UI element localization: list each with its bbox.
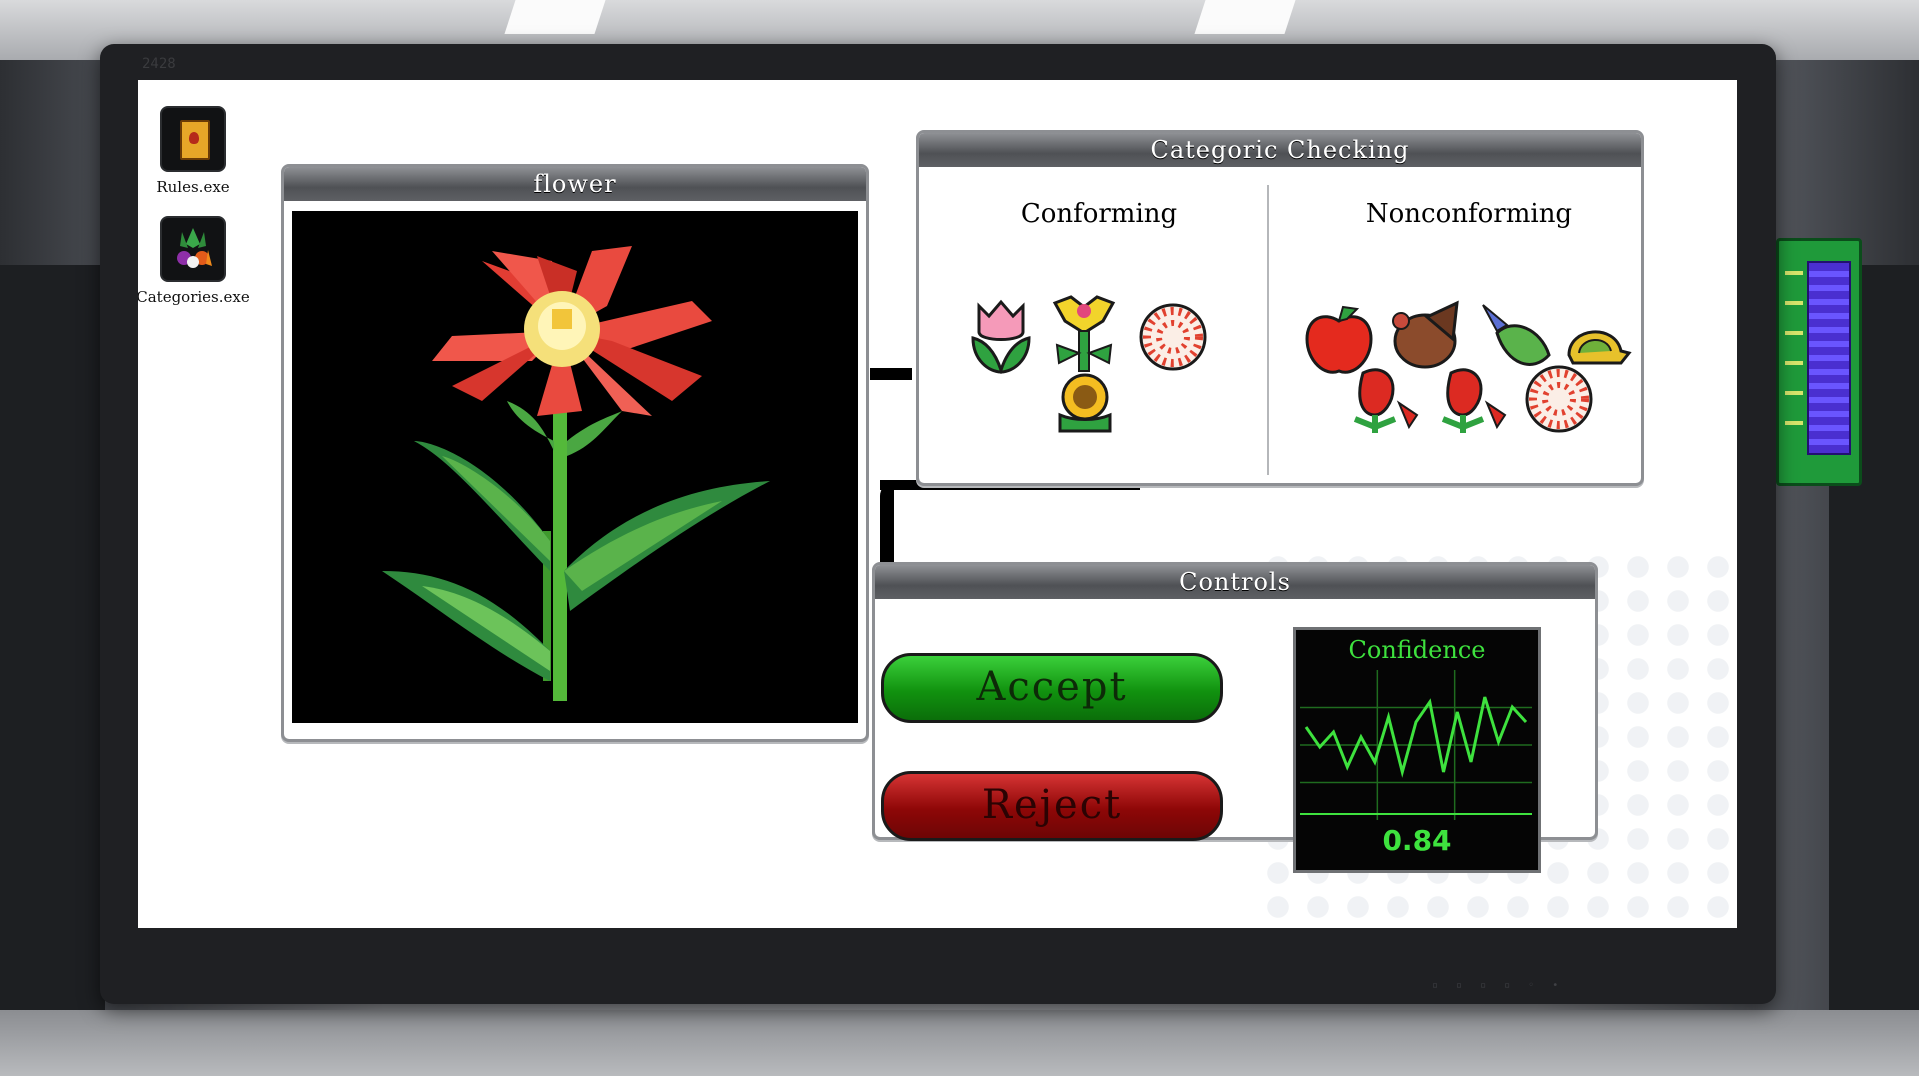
turtle-icon	[1567, 330, 1632, 365]
sunflower-icon	[1058, 373, 1112, 433]
bell-pepper-plant-icon	[1353, 368, 1419, 433]
nonconforming-label: Nonconforming	[1365, 199, 1573, 229]
rules-exe-label: Rules.exe	[156, 178, 230, 196]
confidence-value: 0.84	[1382, 824, 1452, 857]
ceiling-light	[1194, 0, 1296, 34]
categoric-panel-title: Categoric Checking	[919, 133, 1641, 167]
controls-panel: Controls Accept Reject Confidence 0.84	[872, 562, 1598, 873]
flower-icon	[382, 246, 770, 701]
cable	[870, 368, 912, 380]
accept-button[interactable]: Accept	[881, 653, 1223, 723]
dotted-ball-icon	[1525, 365, 1593, 433]
tulip-icon	[971, 299, 1031, 374]
categories-exe-shortcut[interactable]: Categories.exe	[138, 216, 258, 306]
monitor-screen: Rules.exe Categories.exe flower Categori…	[138, 80, 1737, 928]
subject-panel-title: flower	[284, 167, 866, 201]
confidence-monitor: Confidence 0.84	[1293, 627, 1541, 873]
screen-id-label: 2428	[142, 56, 176, 72]
vegetables-icon	[160, 216, 226, 282]
subject-panel: flower	[281, 164, 869, 742]
conforming-label: Conforming	[1020, 199, 1178, 229]
subject-image	[292, 211, 858, 723]
categoric-panel: Categoric Checking Conforming Nonconform…	[916, 130, 1644, 486]
rules-exe-shortcut[interactable]: Rules.exe	[138, 106, 258, 196]
room-floor	[0, 1010, 1919, 1076]
rules-book-icon	[160, 106, 226, 172]
server-rack-left	[0, 265, 105, 1045]
monitor-buttons[interactable]: ▫ ▫ ▫ ▫ ◦ •	[1432, 980, 1564, 991]
dotted-ball-icon	[1139, 303, 1207, 371]
ceiling-light	[504, 0, 606, 34]
categories-exe-label: Categories.exe	[138, 288, 250, 306]
column-divider	[1267, 185, 1269, 475]
circuit-board-icon	[1776, 238, 1862, 486]
reject-button[interactable]: Reject	[881, 771, 1223, 841]
confidence-label: Confidence	[1348, 636, 1486, 664]
controls-panel-title: Controls	[875, 565, 1595, 599]
bell-pepper-plant-icon	[1441, 368, 1507, 433]
confidence-graph	[1300, 670, 1532, 820]
